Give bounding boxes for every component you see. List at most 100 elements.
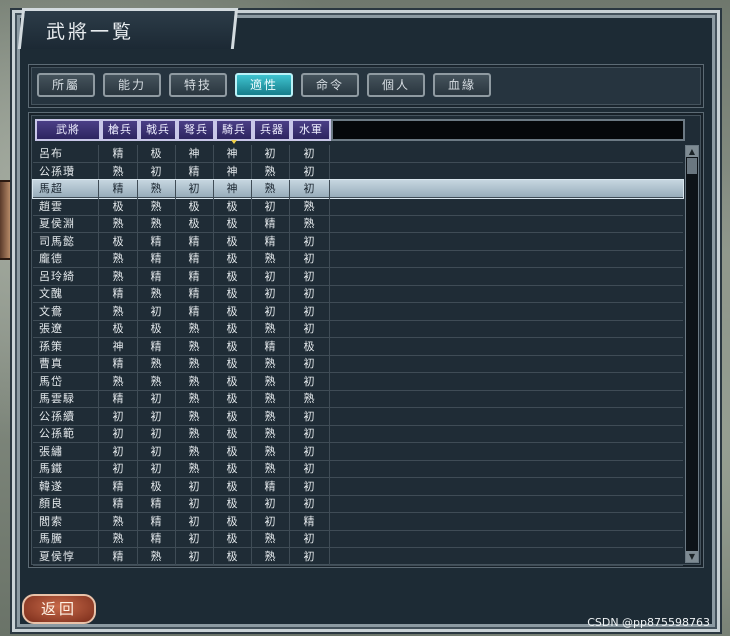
tab-5[interactable]: 個人 (367, 73, 425, 97)
aptitude-cell: 熟 (175, 390, 214, 407)
aptitude-cell: 熟 (137, 215, 176, 232)
aptitude-cell: 初 (99, 425, 138, 442)
table-body[interactable]: 呂布精极神神初初公孫瓚熟初精神熟初馬超精熟初神熟初趙雲极熟极极初熟夏侯淵熟熟极极… (32, 145, 684, 566)
general-name: 呂玲綺 (33, 267, 99, 285)
table-row[interactable]: 馬超精熟初神熟初 (32, 179, 684, 199)
table-row[interactable]: 司馬懿极精精极精初 (33, 232, 683, 251)
aptitude-cell: 精 (137, 232, 176, 250)
tab-0[interactable]: 所屬 (37, 73, 95, 97)
column-header-0[interactable]: 武將 (35, 119, 101, 141)
general-name: 司馬懿 (33, 232, 99, 250)
table-row[interactable]: 馬雲騄精初熟极熟熟 (33, 390, 683, 408)
aptitude-cell: 极 (137, 320, 176, 337)
table-row[interactable]: 馬鐵初初熟极熟初 (33, 460, 683, 478)
aptitude-cell: 极 (213, 302, 252, 320)
aptitude-cell: 熟 (251, 460, 290, 477)
tab-6[interactable]: 血緣 (433, 73, 491, 97)
aptitude-cell: 极 (213, 425, 252, 442)
aptitude-cell: 精 (137, 337, 176, 355)
aptitude-cell: 熟 (137, 547, 176, 565)
table-row[interactable]: 閻索熟精初极初精 (33, 512, 683, 531)
aptitude-cell: 熟 (251, 250, 290, 267)
aptitude-cell: 初 (175, 512, 214, 530)
aptitude-cell: 极 (213, 355, 252, 372)
aptitude-cell: 精 (137, 530, 176, 547)
aptitude-cell: 精 (137, 267, 176, 285)
table-row[interactable]: 顏良精精初极初初 (33, 495, 683, 513)
table-row[interactable]: 孫策神精熟极精极 (33, 337, 683, 356)
table-row[interactable]: 公孫續初初熟极熟初 (33, 407, 683, 426)
table-row[interactable]: 公孫範初初熟极熟初 (33, 425, 683, 443)
aptitude-cell: 神 (175, 145, 214, 162)
table-row[interactable]: 文醜精熟精极初初 (33, 285, 683, 303)
aptitude-cell: 熟 (99, 530, 138, 547)
column-header-2[interactable]: 戟兵 (139, 119, 177, 141)
table-row[interactable]: 夏侯惇精熟初极熟初 (33, 547, 683, 566)
aptitude-cell: 极 (213, 215, 252, 232)
aptitude-cell: 熟 (137, 372, 176, 390)
general-name: 馬鐵 (33, 460, 99, 477)
aptitude-cell: 初 (289, 250, 330, 267)
table-row[interactable]: 馬岱熟熟熟极熟初 (33, 372, 683, 391)
aptitude-cell: 初 (175, 180, 214, 197)
aptitude-cell: 初 (289, 355, 330, 372)
column-header-1[interactable]: 槍兵 (101, 119, 139, 141)
aptitude-cell: 初 (289, 442, 330, 460)
column-header-3[interactable]: 弩兵 (177, 119, 215, 141)
table-row[interactable]: 呂玲綺熟精精极初初 (33, 267, 683, 286)
table-row[interactable]: 呂布精极神神初初 (33, 145, 683, 163)
tab-1[interactable]: 能力 (103, 73, 161, 97)
general-name: 馬岱 (33, 372, 99, 390)
scrollbar[interactable]: ▲ ▼ (685, 145, 699, 563)
aptitude-cell: 初 (289, 547, 330, 565)
aptitude-cell: 熟 (137, 197, 176, 215)
table-row[interactable]: 文鴦熟初精极初初 (33, 302, 683, 321)
table-row[interactable]: 趙雲极熟极极初熟 (33, 197, 683, 216)
general-name: 公孫續 (33, 407, 99, 425)
aptitude-cell: 初 (289, 495, 330, 512)
aptitude-cell: 初 (99, 407, 138, 425)
column-header-4[interactable]: 騎兵 (215, 119, 253, 144)
aptitude-cell: 精 (99, 477, 138, 495)
table-row[interactable]: 龐德熟精精极熟初 (33, 250, 683, 268)
general-name: 馬超 (33, 180, 99, 197)
general-list-panel: 武將 槍兵 戟兵 弩兵 騎兵 兵器 水軍 呂布精极神神初初公孫瓚熟初精神熟初馬超精熟初神熟初… (28, 112, 704, 568)
aptitude-cell: 精 (175, 267, 214, 285)
tab-2[interactable]: 特技 (169, 73, 227, 97)
table-row[interactable]: 張遼极极熟极熟初 (33, 320, 683, 338)
column-header-6[interactable]: 水軍 (291, 119, 331, 141)
back-button[interactable]: 返回 (22, 594, 96, 624)
aptitude-cell: 熟 (175, 460, 214, 477)
aptitude-cell: 初 (175, 495, 214, 512)
scroll-thumb[interactable] (687, 158, 697, 174)
scroll-down-icon[interactable]: ▼ (686, 551, 698, 562)
aptitude-cell: 熟 (175, 372, 214, 390)
table-row[interactable]: 夏侯淵熟熟极极精熟 (33, 215, 683, 233)
general-name: 趙雲 (33, 197, 99, 215)
tab-3[interactable]: 適性 (235, 73, 293, 97)
table-row[interactable]: 韓遂精极初极精初 (33, 477, 683, 496)
aptitude-cell: 初 (175, 547, 214, 565)
aptitude-cell: 精 (175, 232, 214, 250)
general-name: 文鴦 (33, 302, 99, 320)
aptitude-cell: 熟 (175, 337, 214, 355)
table-row[interactable]: 公孫瓚熟初精神熟初 (33, 162, 683, 181)
column-header-5[interactable]: 兵器 (253, 119, 291, 141)
tab-4[interactable]: 命令 (301, 73, 359, 97)
table-row[interactable]: 馬騰熟精初极熟初 (33, 530, 683, 548)
aptitude-cell: 熟 (175, 425, 214, 442)
aptitude-cell: 精 (251, 215, 290, 232)
aptitude-cell: 精 (137, 250, 176, 267)
table-row[interactable]: 張繡初初熟极熟初 (33, 442, 683, 461)
aptitude-cell: 精 (251, 477, 290, 495)
aptitude-cell: 熟 (99, 267, 138, 285)
table-row[interactable]: 曹真精熟熟极熟初 (33, 355, 683, 373)
scroll-up-icon[interactable]: ▲ (686, 146, 698, 157)
aptitude-cell: 极 (213, 442, 252, 460)
aptitude-cell: 初 (251, 495, 290, 512)
aptitude-cell: 熟 (289, 197, 330, 215)
aptitude-cell: 熟 (99, 302, 138, 320)
aptitude-cell: 精 (99, 390, 138, 407)
aptitude-cell: 极 (213, 460, 252, 477)
aptitude-cell: 初 (137, 390, 176, 407)
